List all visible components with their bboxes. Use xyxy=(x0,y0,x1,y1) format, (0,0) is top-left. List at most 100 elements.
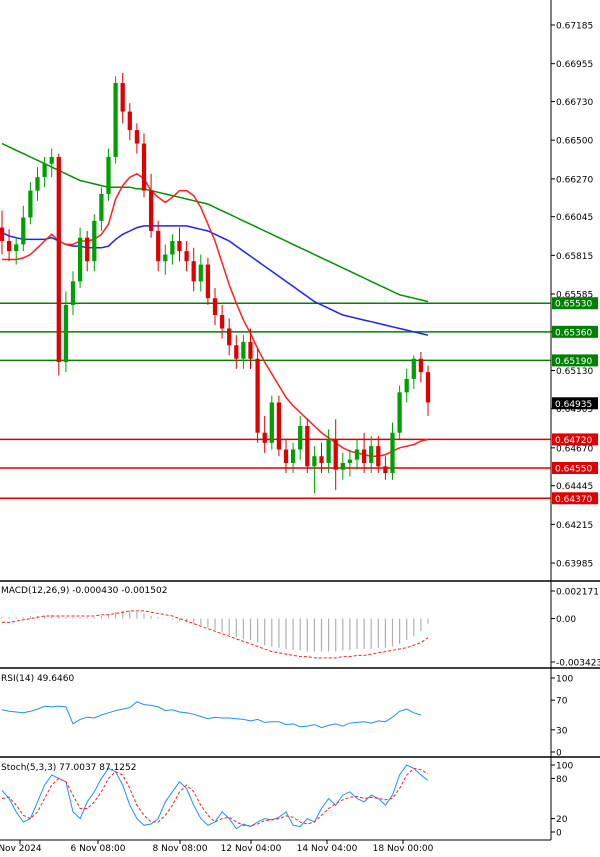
candle-body xyxy=(262,432,267,443)
candle-body xyxy=(227,328,232,346)
price-tick-label: 0.65130 xyxy=(556,367,593,377)
x-tick-label: 12 Nov 04:00 xyxy=(221,844,282,853)
candle-body xyxy=(70,281,76,305)
candle-body xyxy=(35,177,40,191)
candle-body xyxy=(106,156,111,194)
chart-root: 0.67185 0.66955 0.66730 0.66500 0.66270 0.660… xyxy=(0,0,600,854)
candle-body xyxy=(276,402,282,450)
rsi-tick-label: 70 xyxy=(556,697,568,707)
price-tick-label: 0.65815 xyxy=(556,252,593,262)
rsi-tick-label: 30 xyxy=(556,726,568,736)
level-label: 0.65530 xyxy=(555,300,592,310)
candle-body xyxy=(212,298,218,316)
candle-body xyxy=(369,446,374,463)
candle-body xyxy=(397,392,402,433)
candle-body xyxy=(63,304,69,363)
candle-body xyxy=(219,315,225,329)
rsi-tick-label: 0 xyxy=(556,749,562,759)
macd-tick-label: -0.003423 xyxy=(556,659,600,669)
candle-body xyxy=(21,217,26,245)
stoch-tick-label: 20 xyxy=(556,815,568,825)
candle-body xyxy=(390,432,395,474)
candle-body xyxy=(156,230,161,262)
price-tick-label: 0.66270 xyxy=(556,175,593,185)
candle-body xyxy=(234,345,239,359)
rsi-title: RSI(14) 49.6460 xyxy=(1,674,74,684)
current-price-label: 0.64935 xyxy=(555,400,592,410)
macd-tick-label: 0.002171 xyxy=(556,588,599,598)
x-tick-label: 8 Nov 08:00 xyxy=(153,844,208,853)
candle-body xyxy=(14,244,19,252)
candle-body xyxy=(92,220,97,262)
level-label: 0.64720 xyxy=(555,436,592,446)
x-tick-label: 14 Nov 04:00 xyxy=(297,844,358,853)
candle-body xyxy=(170,241,175,255)
candle-body xyxy=(376,446,381,467)
level-label: 0.64550 xyxy=(555,465,592,475)
macd-title: MACD(12,26,9) -0.000430 -0.001502 xyxy=(1,586,167,596)
candle-body xyxy=(6,241,12,252)
candle-body xyxy=(326,439,331,463)
candle-body xyxy=(241,341,246,359)
candle-body xyxy=(269,402,274,443)
candle-body xyxy=(56,156,61,363)
candle-body xyxy=(127,111,132,131)
candle-body xyxy=(354,449,360,460)
price-tick-label: 0.64215 xyxy=(556,521,593,531)
candle-body xyxy=(425,372,431,403)
candle-body xyxy=(248,341,253,359)
candle-body xyxy=(77,237,83,282)
rsi-tick-label: 100 xyxy=(556,675,573,685)
candle-body xyxy=(418,358,424,373)
candle-body xyxy=(383,466,388,474)
price-tick-label: 0.66045 xyxy=(556,213,593,223)
price-tick-label: 0.66500 xyxy=(556,137,593,147)
price-tick-label: 0.66955 xyxy=(556,60,593,70)
candle-body xyxy=(28,190,33,218)
candle-body xyxy=(340,462,345,470)
price-tick-label: 0.66730 xyxy=(556,98,593,108)
price-tick-label: 0.63985 xyxy=(556,560,593,570)
candle-body xyxy=(184,251,189,262)
candle-body xyxy=(198,264,203,282)
level-label: 0.65190 xyxy=(555,357,592,367)
candle-body xyxy=(141,143,147,191)
candle-body xyxy=(305,425,310,467)
x-tick-label: Nov 2024 xyxy=(0,844,42,853)
candle-body xyxy=(163,254,168,262)
macd-tick-label: 0.00 xyxy=(556,615,576,625)
candle-body xyxy=(290,449,296,463)
candle-body xyxy=(333,439,338,470)
candle-body xyxy=(361,449,367,463)
candle-body xyxy=(120,83,125,112)
candle-body xyxy=(312,456,317,467)
candle-body xyxy=(49,156,54,164)
candle-body xyxy=(283,449,289,463)
x-tick-label: 6 Nov 08:00 xyxy=(71,844,126,853)
candle-body xyxy=(99,193,104,221)
stoch-tick-label: 100 xyxy=(556,762,573,772)
candle-body xyxy=(205,264,211,299)
candle-body xyxy=(298,425,303,450)
candle-body xyxy=(113,83,118,157)
candle-body xyxy=(411,358,416,379)
candle-body xyxy=(255,358,260,433)
price-tick-label: 0.67185 xyxy=(556,22,593,32)
candle-body xyxy=(319,456,324,463)
candle-body xyxy=(0,227,5,242)
stoch-title: Stoch(5,3,3) 77.0037 87.1252 xyxy=(1,763,136,773)
candle-body xyxy=(191,261,196,282)
stoch-tick-label: 80 xyxy=(556,775,568,785)
stoch-tick-label: 0 xyxy=(556,829,562,839)
candle-body xyxy=(404,378,409,393)
price-tick-label: 0.64445 xyxy=(556,482,593,492)
candle-body xyxy=(42,163,47,178)
candle-body xyxy=(148,190,154,231)
candle-body xyxy=(177,241,182,252)
level-label: 0.64370 xyxy=(555,495,592,505)
candle-body xyxy=(85,237,90,262)
level-label: 0.65360 xyxy=(555,328,592,338)
x-tick-label: 18 Nov 00:00 xyxy=(373,844,434,853)
chart-svg: 0.67185 0.66955 0.66730 0.66500 0.66270 0.660… xyxy=(0,0,600,854)
candle-body xyxy=(134,130,140,144)
